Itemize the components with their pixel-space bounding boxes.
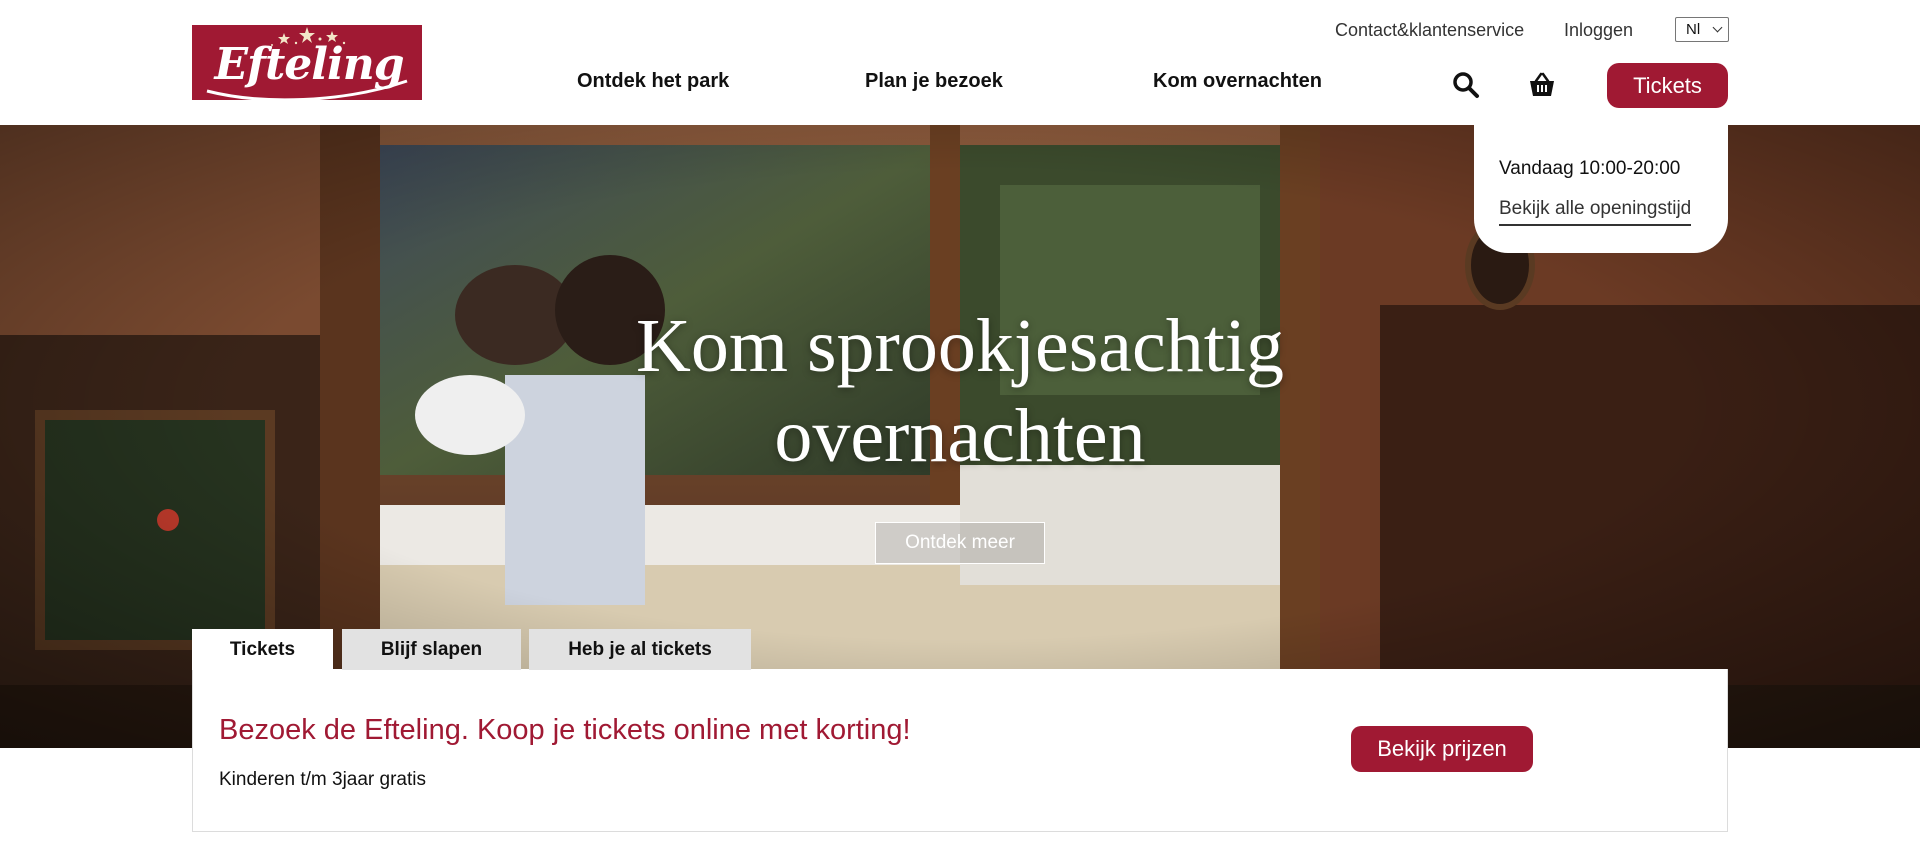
search-icon[interactable] bbox=[1452, 71, 1480, 99]
opening-hours-link[interactable]: Bekijk alle openingstijd bbox=[1499, 198, 1692, 226]
nav-plan-je-bezoek[interactable]: Plan je bezoek bbox=[865, 70, 1003, 93]
panel-title: Bezoek de Efteling. Koop je tickets onli… bbox=[219, 714, 911, 746]
language-select[interactable]: Nl bbox=[1675, 17, 1729, 42]
logo-wordmark: Efteling bbox=[214, 39, 405, 90]
view-prices-button[interactable]: Bekijk prijzen bbox=[1351, 726, 1533, 772]
hero-title: Kom sprookjesachtig overnachten bbox=[560, 301, 1360, 481]
nav-kom-overnachten[interactable]: Kom overnachten bbox=[1153, 70, 1322, 93]
site-header: Efteling Contact&klantenservice Inloggen… bbox=[0, 0, 1920, 125]
basket-icon[interactable] bbox=[1527, 71, 1557, 99]
nav-ontdek-het-park[interactable]: Ontdek het park bbox=[577, 70, 729, 93]
tickets-button[interactable]: Tickets bbox=[1607, 63, 1728, 108]
tickets-panel: Bezoek de Efteling. Koop je tickets onli… bbox=[192, 669, 1728, 832]
hero-title-line-2: overnachten bbox=[774, 394, 1146, 478]
page: Efteling Contact&klantenservice Inloggen… bbox=[0, 0, 1920, 851]
tab-heb-je-al-tickets[interactable]: Heb je al tickets bbox=[529, 629, 751, 670]
hero-title-line-1: Kom sprookjesachtig bbox=[635, 304, 1284, 388]
panel-subtitle: Kinderen t/m 3jaar gratis bbox=[219, 769, 426, 790]
tab-tickets[interactable]: Tickets bbox=[192, 629, 333, 670]
contact-link[interactable]: Contact&klantenservice bbox=[1335, 20, 1524, 41]
discover-more-button[interactable]: Ontdek meer bbox=[875, 522, 1045, 564]
tab-blijf-slapen[interactable]: Blijf slapen bbox=[342, 629, 521, 670]
efteling-logo[interactable]: Efteling bbox=[192, 25, 422, 100]
opening-hours-card: Vandaag 10:00-20:00 Bekijk alle openings… bbox=[1474, 125, 1728, 253]
opening-hours-today: Vandaag 10:00-20:00 bbox=[1499, 158, 1681, 179]
login-link[interactable]: Inloggen bbox=[1564, 20, 1633, 41]
chevron-down-icon bbox=[1712, 22, 1723, 33]
language-value: Nl bbox=[1686, 21, 1701, 38]
